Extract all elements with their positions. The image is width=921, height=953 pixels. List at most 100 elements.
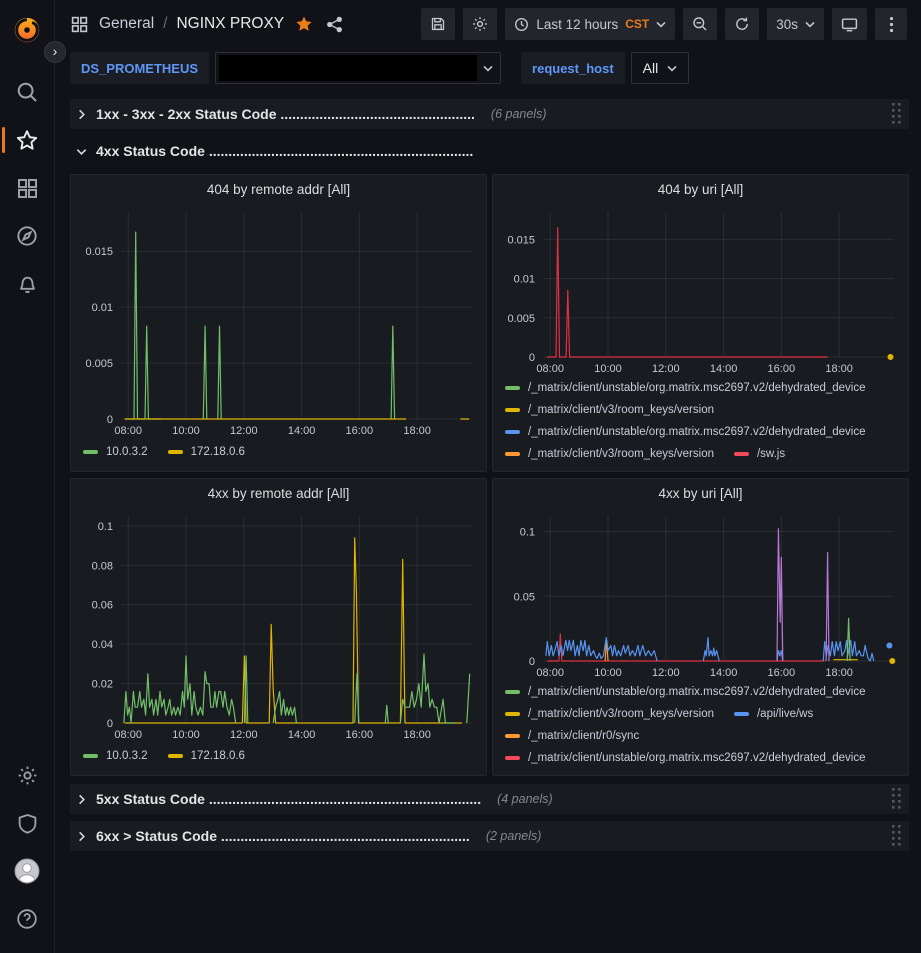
svg-text:12:00: 12:00	[652, 667, 680, 679]
legend-label: /_matrix/client/unstable/org.matrix.msc2…	[528, 747, 866, 769]
panel-legend: /_matrix/client/unstable/org.matrix.msc2…	[505, 377, 898, 465]
panel-title[interactable]: 404 by uri [All]	[493, 175, 908, 204]
row-6xx-status[interactable]: 6xx > Status Code ......................…	[70, 821, 909, 851]
panel-title[interactable]: 4xx by remote addr [All]	[71, 479, 486, 508]
legend-label: 172.18.0.6	[191, 745, 245, 767]
sidebar-item-starred[interactable]	[0, 116, 55, 164]
legend-swatch	[505, 452, 520, 456]
variable-select-request-host[interactable]: All	[631, 52, 690, 84]
svg-text:0.1: 0.1	[98, 521, 113, 533]
legend-item[interactable]: /sw.js	[734, 443, 785, 465]
sidebar-item-server-admin[interactable]	[0, 799, 55, 847]
refresh-interval-dropdown[interactable]: 30s	[767, 8, 824, 40]
chevron-down-icon	[656, 21, 666, 28]
drag-handle[interactable]	[891, 787, 904, 811]
legend-item[interactable]: /_matrix/client/v3/room_keys/version	[505, 399, 714, 421]
legend-item[interactable]: /_matrix/client/unstable/org.matrix.msc2…	[505, 681, 866, 703]
svg-text:0.005: 0.005	[85, 358, 113, 370]
kiosk-mode-button[interactable]	[832, 8, 867, 40]
chevron-down-icon	[805, 21, 815, 28]
svg-text:0.06: 0.06	[92, 600, 113, 612]
breadcrumb-section[interactable]: General	[99, 15, 154, 33]
legend-label: /_matrix/client/unstable/org.matrix.msc2…	[528, 377, 866, 399]
favorite-star-icon[interactable]	[293, 13, 315, 35]
legend-item[interactable]: /_matrix/client/v3/room_keys/version	[505, 703, 714, 725]
sidebar-item-search[interactable]	[0, 68, 55, 116]
bell-icon	[17, 274, 38, 295]
apps-breadcrumb-icon[interactable]	[69, 14, 90, 35]
legend-label: 10.0.3.2	[106, 441, 148, 463]
sidebar-item-help[interactable]	[0, 895, 55, 943]
sidebar-item-configuration[interactable]	[0, 751, 55, 799]
panel-title[interactable]: 404 by remote addr [All]	[71, 175, 486, 204]
save-dashboard-button[interactable]	[421, 8, 455, 40]
svg-text:0: 0	[529, 352, 535, 364]
svg-text:14:00: 14:00	[710, 667, 738, 679]
legend-label: /_matrix/client/v3/room_keys/version	[528, 399, 714, 421]
panel-title[interactable]: 4xx by uri [All]	[493, 479, 908, 508]
svg-text:10:00: 10:00	[594, 363, 622, 375]
svg-text:18:00: 18:00	[825, 667, 853, 679]
row-panel-count: (4 panels)	[497, 792, 553, 806]
legend-label: /_matrix/client/r0/sync	[528, 725, 639, 747]
legend-item[interactable]: /_matrix/client/unstable/org.matrix.msc2…	[505, 421, 866, 443]
zoom-out-button[interactable]	[683, 8, 717, 40]
refresh-button[interactable]	[725, 8, 759, 40]
row-1xx-3xx-2xx-status[interactable]: 1xx - 3xx - 2xx Status Code ............…	[70, 99, 909, 129]
sidebar-item-profile[interactable]	[0, 847, 55, 895]
more-options-button[interactable]	[875, 8, 907, 40]
legend-swatch	[83, 754, 98, 758]
legend-swatch	[168, 450, 183, 454]
legend-swatch	[505, 712, 520, 716]
search-icon	[16, 81, 38, 103]
breadcrumb: General / NGINX PROXY	[99, 15, 284, 33]
variable-select-ds-prometheus[interactable]	[215, 52, 501, 84]
refresh-interval-label: 30s	[776, 17, 798, 32]
share-icon[interactable]	[324, 14, 345, 35]
main-area: General / NGINX PROXY	[55, 0, 921, 953]
panel-legend: /_matrix/client/unstable/org.matrix.msc2…	[505, 681, 898, 769]
chart-404-by-uri[interactable]: 00.0050.010.01508:0010:0012:0014:0016:00…	[499, 204, 902, 377]
chevron-right-icon	[75, 830, 88, 843]
redacted-variable-value	[219, 55, 477, 81]
legend-item[interactable]: 10.0.3.2	[83, 441, 148, 463]
chevron-down-icon	[75, 145, 88, 158]
save-icon	[430, 16, 446, 32]
panels-grid: 404 by remote addr [All] 00.0050.010.015…	[70, 174, 909, 776]
legend-item[interactable]: /_matrix/client/r0/sync	[505, 725, 639, 747]
legend-label: /_matrix/client/v3/room_keys/version	[528, 703, 714, 725]
dashboard-settings-button[interactable]	[463, 8, 497, 40]
chevron-down-icon	[667, 65, 677, 72]
drag-handle[interactable]	[891, 102, 904, 126]
grafana-app: › General / NGINX PROXY	[0, 0, 921, 953]
dashboard-variables-row: DS_PROMETHEUS request_host All	[55, 48, 921, 94]
legend-item[interactable]: /api/live/ws	[734, 703, 813, 725]
legend-item[interactable]: 172.18.0.6	[168, 441, 245, 463]
legend-label: /_matrix/client/unstable/org.matrix.msc2…	[528, 421, 866, 443]
time-range-picker[interactable]: Last 12 hours CST	[505, 8, 675, 40]
svg-text:16:00: 16:00	[346, 729, 374, 741]
chart-4xx-by-uri[interactable]: 00.050.108:0010:0012:0014:0016:0018:00	[499, 508, 902, 681]
svg-text:14:00: 14:00	[710, 363, 738, 375]
chart-4xx-by-remote-addr[interactable]: 00.020.040.060.080.108:0010:0012:0014:00…	[77, 508, 480, 743]
row-title: 5xx Status Code ........................…	[96, 791, 481, 807]
panel-legend: 10.0.3.2 172.18.0.6	[83, 743, 476, 769]
panel-4xx-by-uri: 4xx by uri [All] 00.050.108:0010:0012:00…	[492, 478, 909, 776]
star-icon	[16, 129, 38, 151]
sidebar-item-explore[interactable]	[0, 212, 55, 260]
dashboard-topbar: General / NGINX PROXY	[55, 0, 921, 48]
row-4xx-status[interactable]: 4xx Status Code ........................…	[70, 136, 909, 166]
legend-item[interactable]: /_matrix/client/unstable/org.matrix.msc2…	[505, 377, 866, 399]
svg-text:16:00: 16:00	[346, 425, 374, 437]
row-5xx-status[interactable]: 5xx Status Code ........................…	[70, 784, 909, 814]
svg-text:18:00: 18:00	[403, 729, 431, 741]
legend-item[interactable]: /_matrix/client/unstable/org.matrix.msc2…	[505, 747, 866, 769]
chart-404-by-remote-addr[interactable]: 00.0050.010.01508:0010:0012:0014:0016:00…	[77, 204, 480, 439]
legend-item[interactable]: /_matrix/client/v3/room_keys/version	[505, 443, 714, 465]
sidebar-item-dashboards[interactable]	[0, 164, 55, 212]
sidebar-item-alerting[interactable]	[0, 260, 55, 308]
drag-handle[interactable]	[891, 824, 904, 848]
sidebar-expand-button[interactable]: ›	[44, 41, 66, 63]
legend-item[interactable]: 10.0.3.2	[83, 745, 148, 767]
legend-item[interactable]: 172.18.0.6	[168, 745, 245, 767]
